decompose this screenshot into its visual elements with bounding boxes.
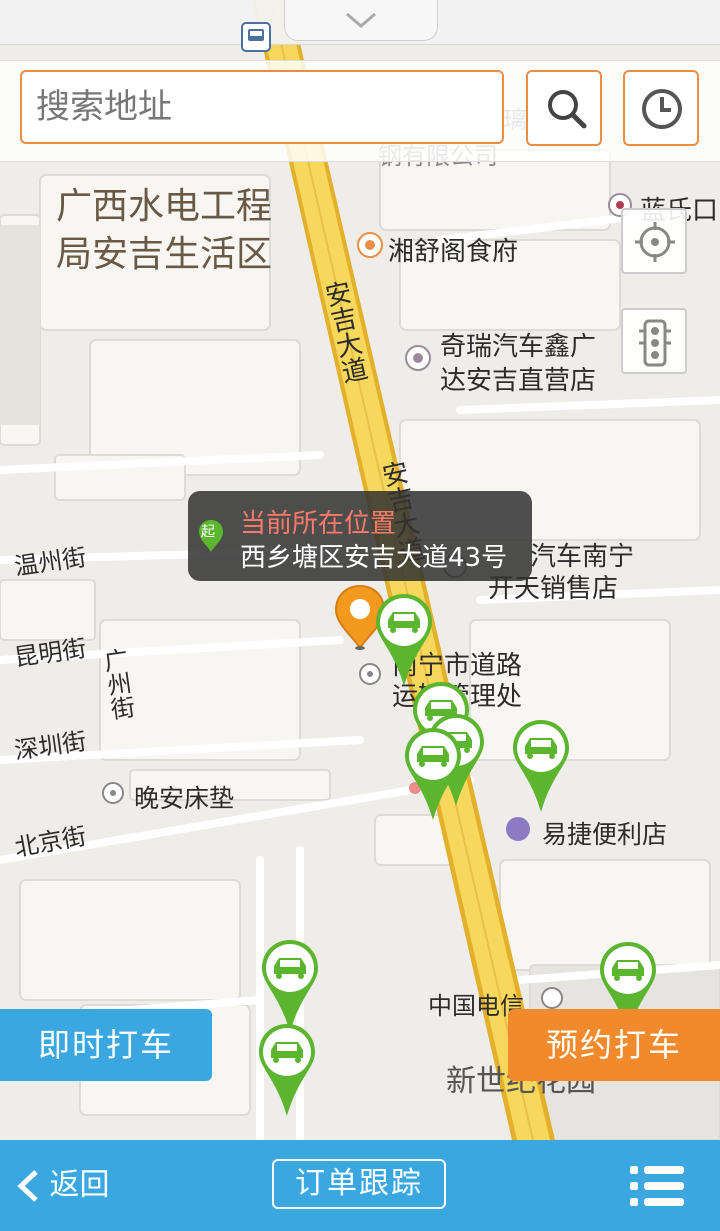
car-marker-icon[interactable] (373, 592, 435, 688)
chevron-left-icon (17, 1169, 38, 1202)
map-label-mattress: 晚安床垫 (134, 784, 235, 813)
locate-button[interactable] (621, 208, 687, 274)
car-marker-icon[interactable] (402, 726, 464, 822)
traffic-button[interactable] (621, 308, 687, 374)
instant-taxi-button[interactable]: 即时打车 (0, 1009, 212, 1081)
map-label-area-2: 局安吉生活区 (56, 234, 273, 275)
map-view[interactable]: 广西水电工程 局安吉生活区 钢有限公司 璃 湘舒阁食府 蓝氏口 奇瑞汽车鑫广 达… (0, 0, 720, 1140)
chevron-down-icon (346, 12, 376, 28)
car-marker-icon[interactable] (256, 1022, 318, 1118)
start-badge-text: 起 (201, 524, 215, 540)
search-icon (548, 90, 587, 129)
traffic-light-icon (639, 319, 671, 367)
menu-icon[interactable] (630, 1162, 684, 1210)
back-button[interactable]: 返回 (16, 1160, 110, 1210)
location-popup[interactable]: 起 当前所在位置 西乡塘区安吉大道43号 (188, 491, 532, 581)
locate-icon (635, 222, 675, 262)
reserve-taxi-button[interactable]: 预约打车 (508, 1009, 720, 1081)
clock-icon (642, 89, 682, 129)
map-label-chery-1: 奇瑞汽车鑫广 (440, 332, 597, 362)
back-label: 返回 (49, 1167, 110, 1203)
search-input[interactable]: 搜索地址 (20, 70, 504, 144)
popup-address: 西乡塘区安吉大道43号 (240, 543, 508, 573)
order-tracking-button[interactable]: 订单跟踪 (272, 1159, 446, 1209)
car-marker-icon[interactable] (259, 938, 321, 1034)
bus-stop-icon (241, 22, 271, 52)
bottom-bar: 返回 订单跟踪 (0, 1140, 720, 1231)
pull-down-handle[interactable] (284, 0, 438, 41)
search-button[interactable] (526, 70, 602, 146)
map-label-store: 易捷便利店 (542, 820, 668, 849)
map-label-area-1: 广西水电工程 (56, 186, 273, 227)
history-button[interactable] (623, 70, 699, 146)
car-marker-icon[interactable] (510, 718, 572, 814)
popup-title: 当前所在位置 (240, 509, 397, 539)
map-label-restaurant: 湘舒阁食府 (388, 237, 519, 267)
map-label-chery-2: 达安吉直营店 (440, 366, 597, 396)
